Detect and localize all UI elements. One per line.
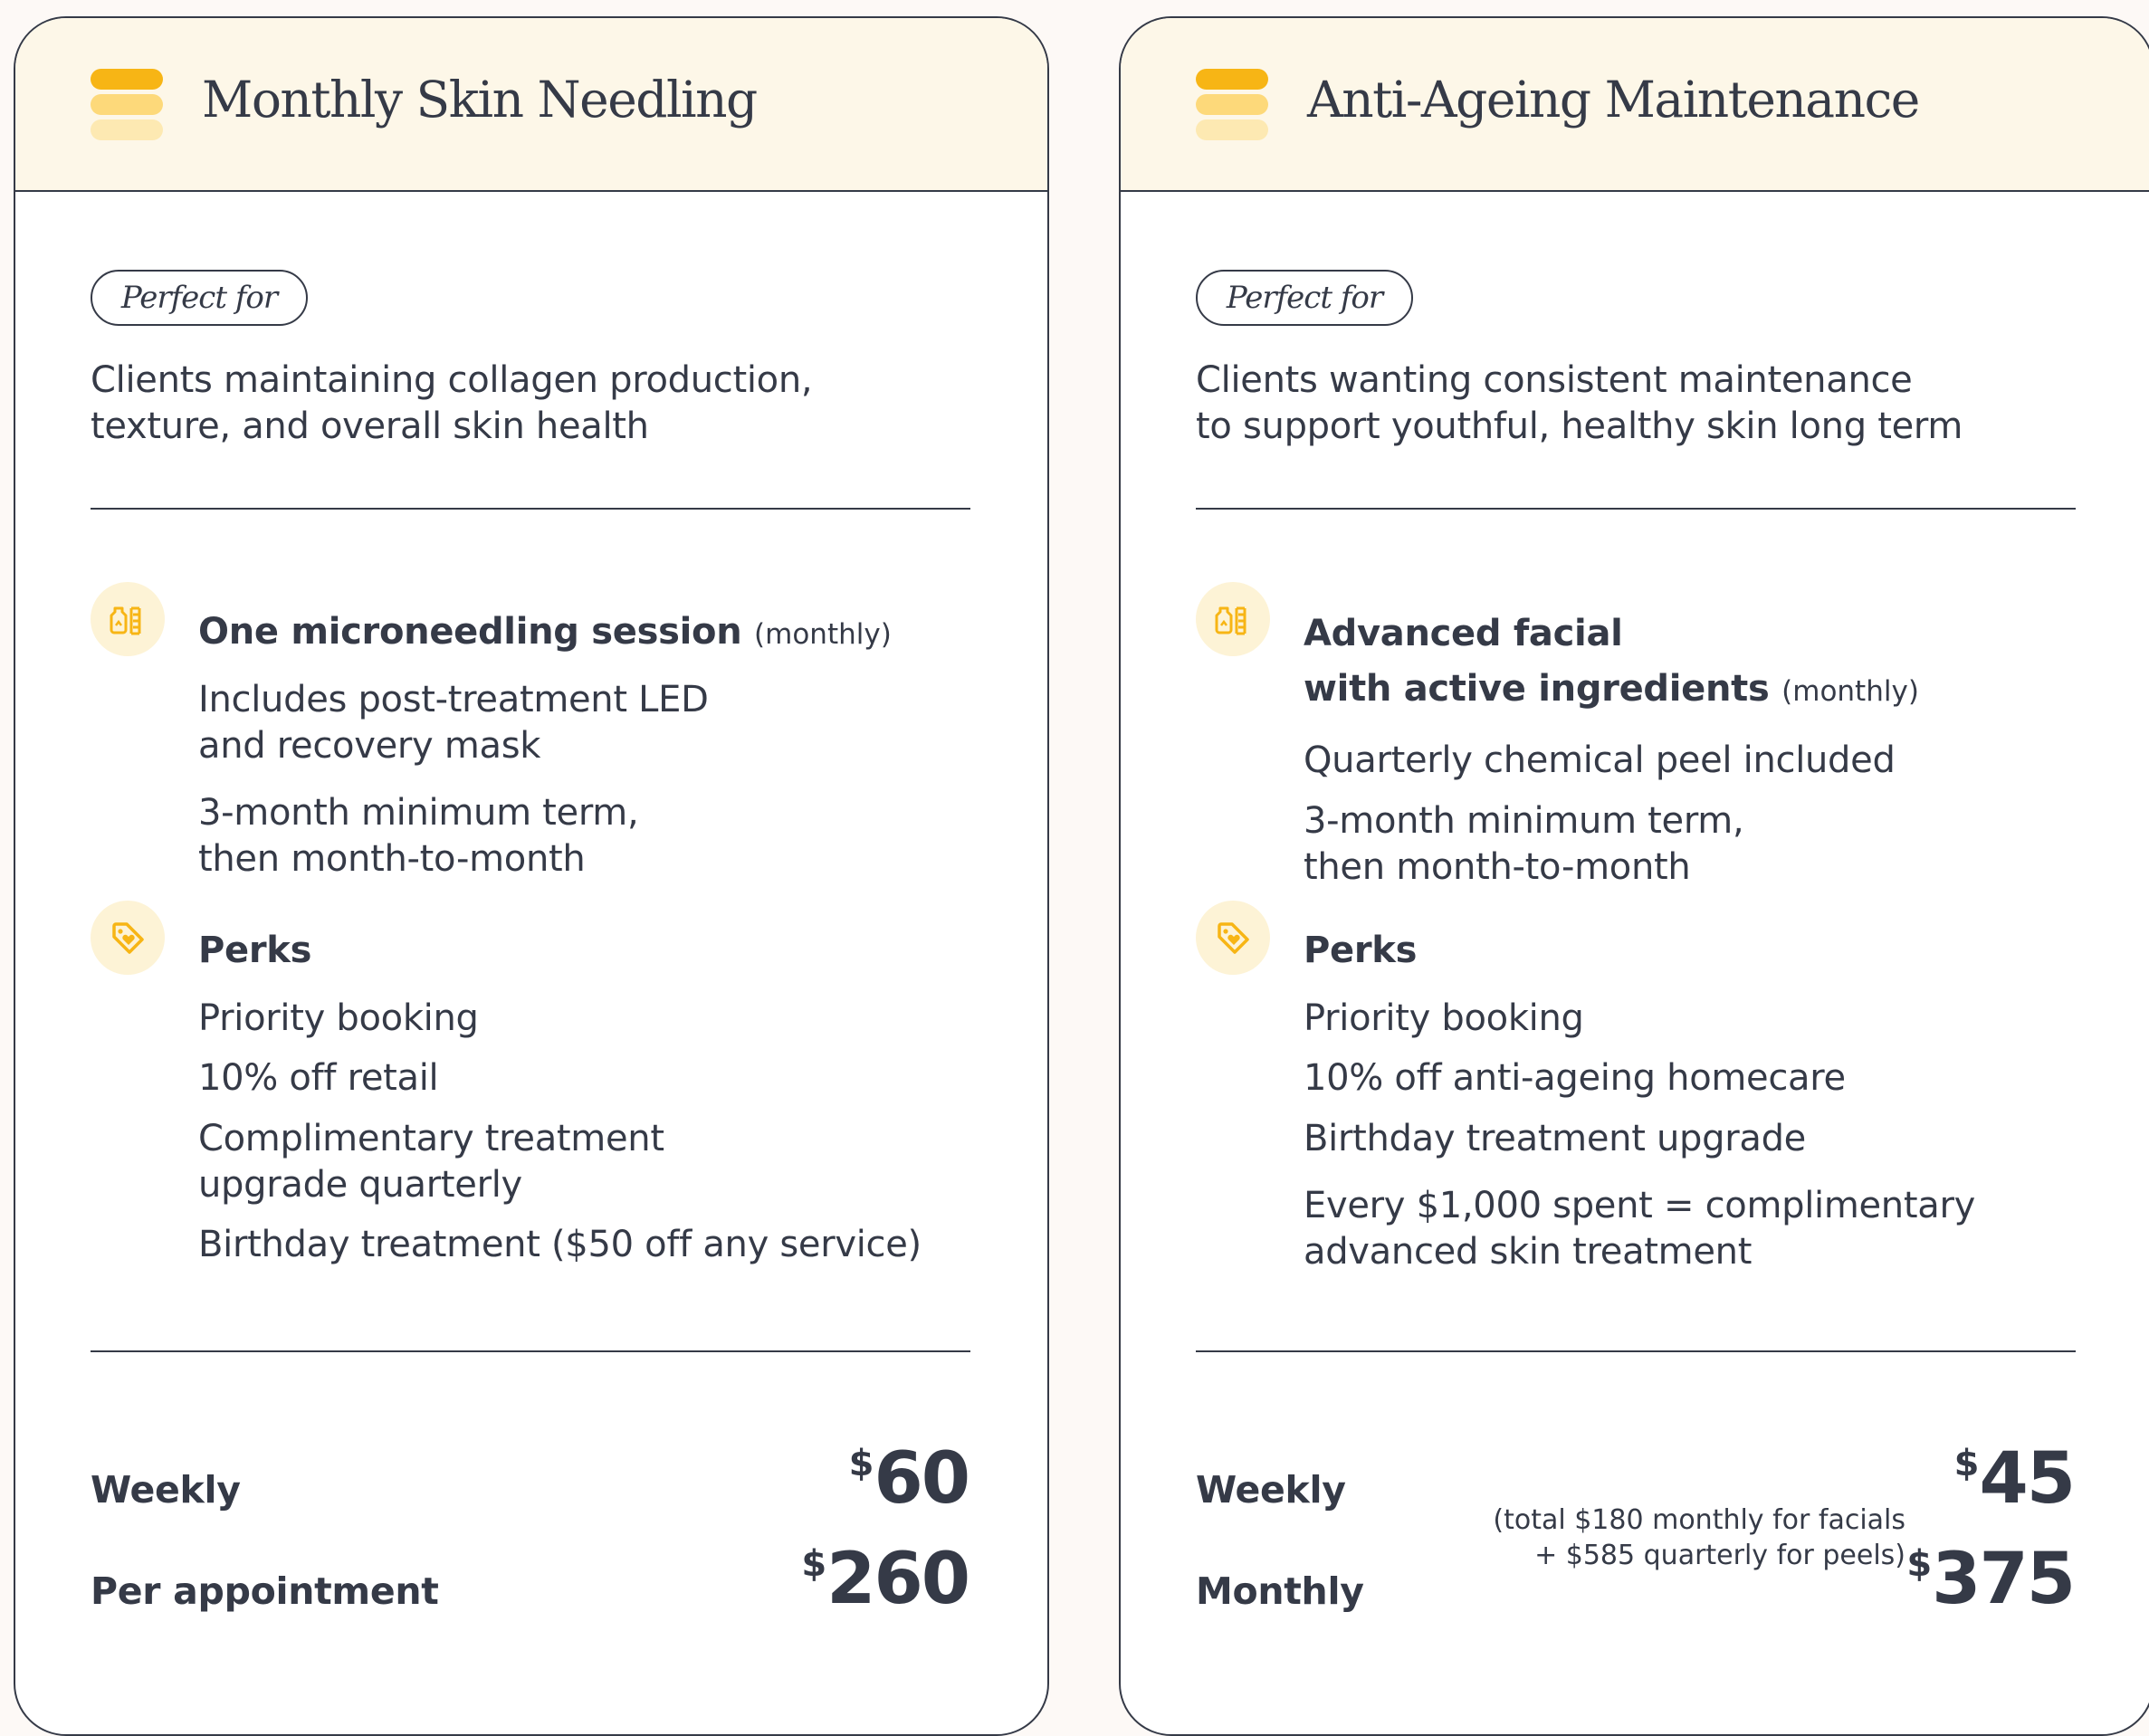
perfect-for-description: Clients wanting consistent maintenance t… xyxy=(1196,359,1963,447)
perk-item: 10% off retail xyxy=(198,1057,439,1099)
price-amount-per-appointment: $260 xyxy=(801,1539,970,1620)
price-label-weekly: Weekly xyxy=(1196,1468,1346,1512)
service-detail: Quarterly chemical peel included xyxy=(1304,739,1896,781)
heart-tag-icon xyxy=(91,901,165,975)
perk-item: Birthday treatment ($50 off any service) xyxy=(198,1224,922,1265)
perfect-for-description: Clients maintaining collagen production,… xyxy=(91,359,813,447)
plan-card-header: Anti-Ageing Maintenance xyxy=(1121,18,2149,192)
service-detail: 3-month minimum term, then month-to-mont… xyxy=(1304,800,1744,888)
divider xyxy=(1196,508,2076,510)
stack-icon xyxy=(1196,69,1268,140)
service-title: Advanced facial with active ingredients … xyxy=(1304,613,1919,710)
price-label-weekly: Weekly xyxy=(91,1468,241,1512)
price-amount-weekly: $45 xyxy=(1953,1438,2076,1520)
plan-card-skin-needling: Monthly Skin Needling Perfect for Client… xyxy=(14,16,1049,1736)
price-amount-weekly: $60 xyxy=(848,1438,970,1520)
price-label-monthly: Monthly xyxy=(1196,1569,1364,1613)
divider xyxy=(1196,1350,2076,1352)
perk-item: Priority booking xyxy=(1304,997,1584,1039)
perk-item: 10% off anti-ageing homecare xyxy=(1304,1057,1846,1099)
service-title: One microneedling session (monthly) xyxy=(198,611,892,653)
service-detail: 3-month minimum term, then month-to-mont… xyxy=(198,792,639,880)
plan-title: Anti-Ageing Maintenance xyxy=(1307,71,1920,129)
perks-title: Perks xyxy=(198,930,312,971)
stack-icon xyxy=(91,69,163,140)
price-note: (total $180 monthly for facials + $585 q… xyxy=(1493,1504,1905,1571)
service-detail: Includes post-treatment LED and recovery… xyxy=(198,679,709,767)
plan-card-header: Monthly Skin Needling xyxy=(15,18,1047,192)
perk-item: Priority booking xyxy=(198,997,479,1039)
serum-bottle-icon xyxy=(91,582,165,656)
perfect-for-badge: Perfect for xyxy=(91,270,308,326)
plan-title: Monthly Skin Needling xyxy=(202,71,758,129)
perk-item: Every $1,000 spent = complimentary advan… xyxy=(1304,1185,1975,1273)
price-label-per-appointment: Per appointment xyxy=(91,1569,439,1613)
perk-item: Birthday treatment upgrade xyxy=(1304,1118,1806,1159)
perk-item: Complimentary treatment upgrade quarterl… xyxy=(198,1118,664,1206)
plan-card-anti-ageing: Anti-Ageing Maintenance Perfect for Clie… xyxy=(1119,16,2149,1736)
divider xyxy=(91,508,970,510)
perfect-for-badge: Perfect for xyxy=(1196,270,1413,326)
perks-title: Perks xyxy=(1304,930,1418,971)
serum-bottle-icon xyxy=(1196,582,1270,656)
divider xyxy=(91,1350,970,1352)
heart-tag-icon xyxy=(1196,901,1270,975)
price-amount-monthly: $375 xyxy=(1906,1539,2076,1620)
